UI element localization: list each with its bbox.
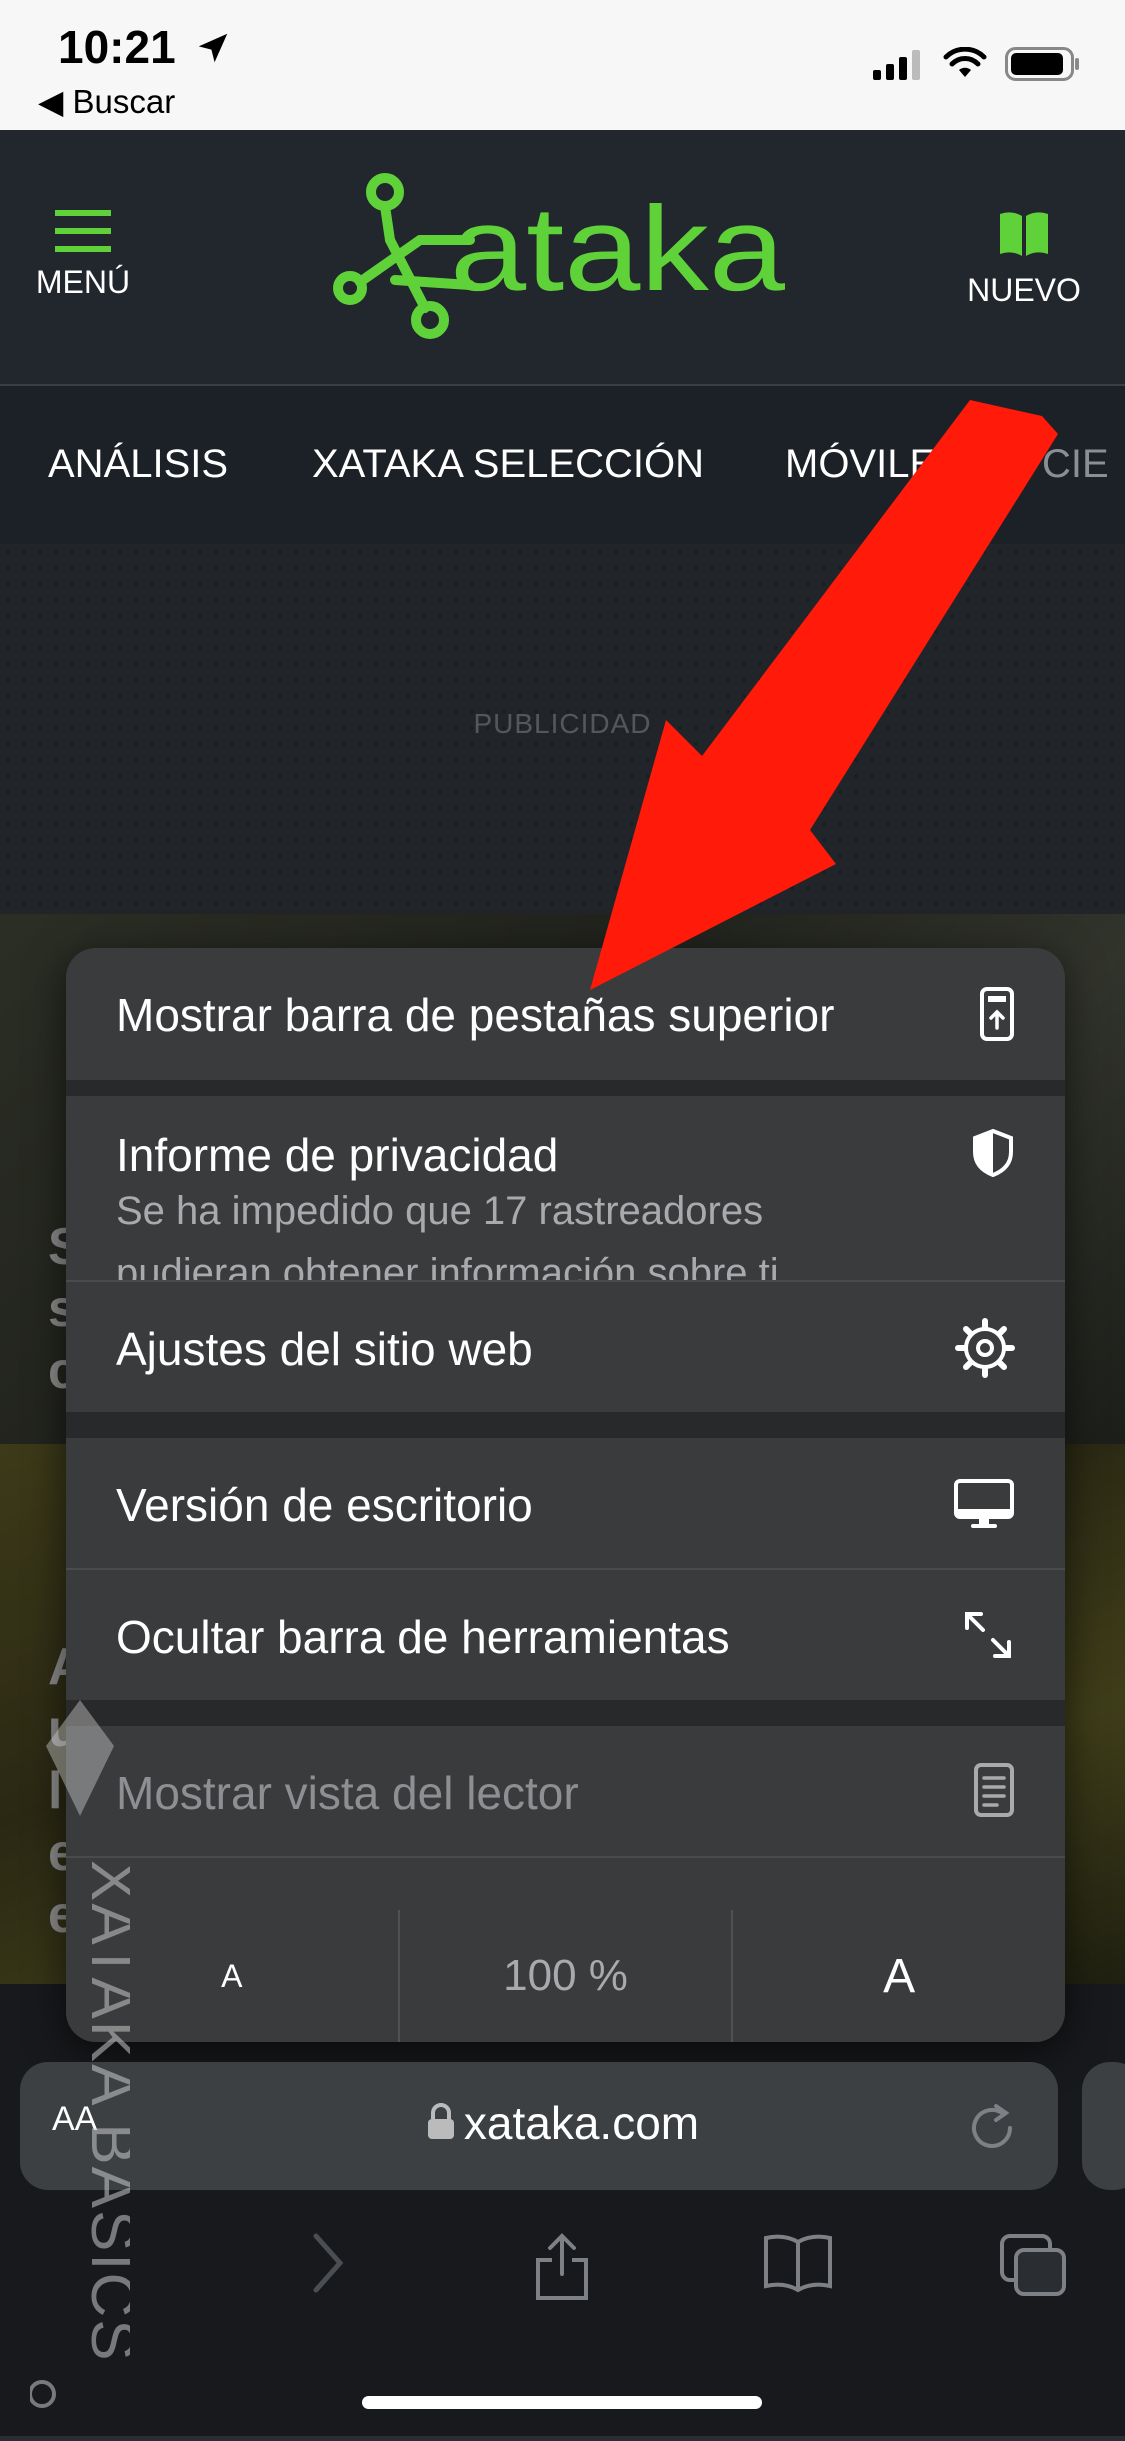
- tabs-icon[interactable]: [998, 2232, 1070, 2298]
- menu-group-gap: [66, 1700, 1065, 1726]
- red-arrow-annotation: [590, 400, 1058, 990]
- menu-item-reader-view: Mostrar vista del lector: [66, 1726, 1065, 1856]
- location-arrow-icon: [199, 33, 228, 63]
- menu-item-label: Ocultar barra de herramientas: [116, 1611, 730, 1663]
- watermark-graphic: XATAKA BASICS: [28, 1700, 147, 2408]
- forward-icon[interactable]: [308, 2232, 348, 2294]
- signal-icon: [873, 50, 920, 80]
- menu-button[interactable]: MENÚ: [28, 210, 138, 301]
- gear-icon: [955, 1318, 1015, 1378]
- back-to-app-link[interactable]: ◀ Buscar: [38, 82, 175, 121]
- desktop-icon: [954, 1479, 1014, 1528]
- menu-item-label: Ajustes del sitio web: [116, 1323, 533, 1375]
- share-icon[interactable]: [532, 2232, 592, 2302]
- menu-item-desktop-version[interactable]: Versión de escritorio: [66, 1438, 1065, 1568]
- xataka-basics-watermark: XATAKA BASICS: [28, 1700, 147, 2441]
- back-label: Buscar: [72, 83, 176, 120]
- reader-icon: [974, 1763, 1014, 1817]
- url-display[interactable]: xataka.com: [0, 2096, 1125, 2150]
- menu-item-label: Versión de escritorio: [116, 1479, 533, 1531]
- status-icons: [873, 46, 1081, 82]
- zoom-level[interactable]: 100 %: [397, 1910, 732, 2042]
- menu-item-label: Mostrar vista del lector: [116, 1767, 579, 1819]
- url-text: xataka.com: [463, 2097, 700, 2149]
- menu-group-gap: [66, 1080, 1065, 1096]
- nuevo-label: NUEVO: [967, 272, 1081, 308]
- nav-item-analisis[interactable]: ANÁLISIS: [48, 442, 228, 487]
- open-book-icon: [1000, 212, 1048, 256]
- reload-icon[interactable]: [966, 2102, 1018, 2154]
- site-logo[interactable]: ataka: [320, 170, 800, 355]
- page-settings-menu: Mostrar barra de pestañas superior Infor…: [66, 948, 1065, 2042]
- svg-text:ataka: ataka: [450, 182, 785, 316]
- increase-text-size-button[interactable]: A: [731, 1910, 1065, 2042]
- battery-icon: [1005, 47, 1079, 81]
- wifi-icon: [943, 47, 987, 77]
- svg-text:XATAKA BASICS: XATAKA BASICS: [78, 1860, 130, 2363]
- menu-spacer: [66, 1858, 1065, 1910]
- menu-item-website-settings[interactable]: Ajustes del sitio web: [66, 1282, 1065, 1412]
- menu-label: MENÚ: [35, 264, 131, 300]
- menu-item-privacy-report[interactable]: Informe de privacidad Se ha impedido que…: [66, 1096, 1065, 1295]
- nuevo-button[interactable]: NUEVO: [959, 210, 1089, 309]
- xataka-logo: ataka: [333, 173, 785, 339]
- menu-item-label: Informe de privacidad: [116, 1129, 559, 1181]
- text-zoom-control: A 100 % A: [66, 1910, 1065, 2042]
- expand-arrows-icon: [965, 1612, 1011, 1658]
- lock-icon: [427, 2103, 454, 2139]
- menu-item-hide-toolbar[interactable]: Ocultar barra de herramientas: [66, 1570, 1065, 1700]
- status-time: 10:21: [58, 20, 232, 74]
- bookmarks-icon[interactable]: [762, 2232, 834, 2294]
- hamburger-icon: [55, 210, 111, 252]
- shield-icon: [973, 1128, 1013, 1178]
- menu-group-gap: [66, 1412, 1065, 1438]
- home-indicator[interactable]: [362, 2396, 762, 2409]
